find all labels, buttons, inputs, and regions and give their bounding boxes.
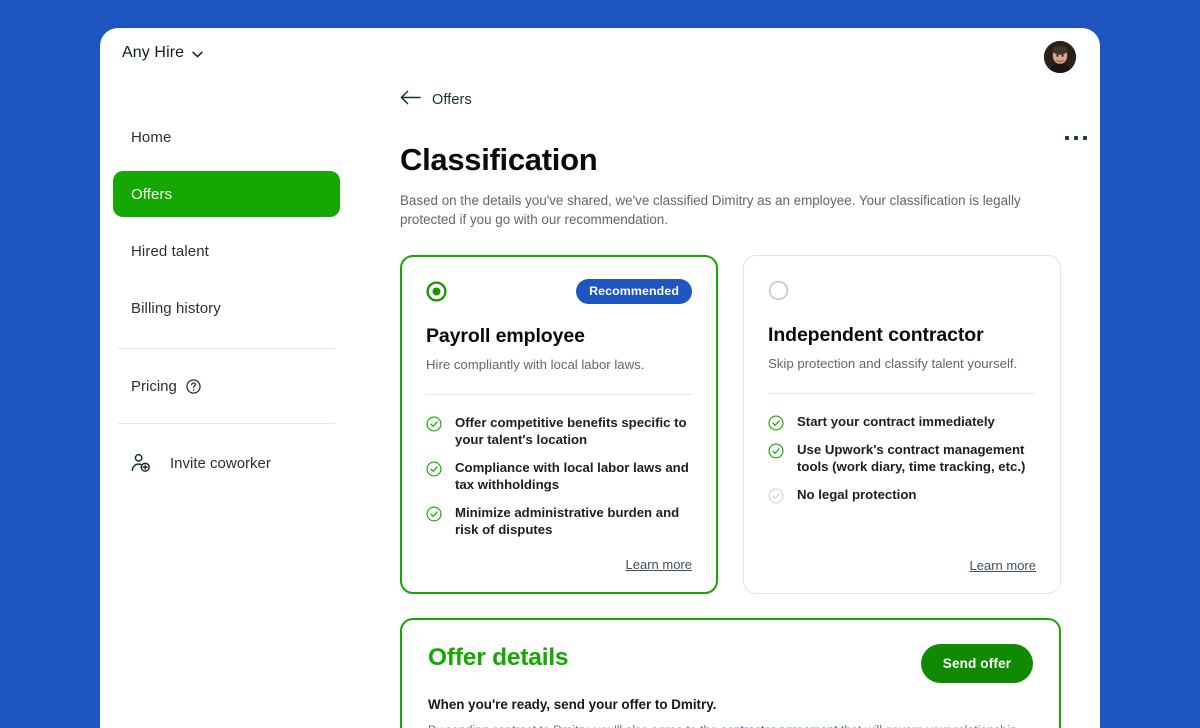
card-description: Hire compliantly with local labor laws. [426,357,645,373]
breadcrumb[interactable]: Offers [400,90,472,110]
option-card-payroll-employee[interactable]: Recommended Payroll employee Hire compli… [400,255,718,594]
learn-more-link[interactable]: Learn more [626,539,692,572]
workspace-name: Any Hire [122,44,185,61]
avatar[interactable] [1044,41,1076,73]
kebab-dot [1074,136,1078,140]
sidebar-item-invite-coworker[interactable]: Invite coworker [113,442,340,484]
main-content: Offers Classification Based on the detai… [400,90,1100,728]
workspace-switcher[interactable]: Any Hire [122,44,203,62]
radio-unselected-icon[interactable] [768,280,789,301]
sidebar-item-label: Invite coworker [170,454,271,472]
page-subtitle: Based on the details you've shared, we'v… [400,193,1021,228]
sidebar-item-label: Offers [131,185,173,203]
check-circle-icon [426,506,442,522]
card-description: Skip protection and classify talent your… [768,356,1018,372]
card-header [768,278,1036,302]
kebab-dot [1083,136,1087,140]
feature-text: Start your contract immediately [797,414,995,430]
sidebar-item-pricing[interactable]: Pricing [113,366,340,406]
breadcrumb-label: Offers [432,92,472,108]
chevron-down-icon [192,51,203,58]
list-item: Compliance with local labor laws and tax… [426,459,692,494]
card-header: Recommended [426,278,692,304]
sidebar-item-offers[interactable]: Offers [113,171,340,217]
sidebar: Home Offers Hired talent Billing history… [100,114,353,484]
list-item: No legal protection [768,486,1036,504]
feature-text: Offer competitive benefits specific to y… [455,415,687,448]
card-title: Independent contractor [768,324,984,347]
feature-list: Offer competitive benefits specific to y… [426,414,692,539]
sidebar-divider-2 [118,423,335,424]
radio-selected-icon[interactable] [426,281,447,302]
offer-details-title: Offer details [428,643,569,671]
feature-list: Start your contract immediately Use Upwo… [768,413,1036,504]
sidebar-item-billing-history[interactable]: Billing history [113,285,340,331]
top-bar: Any Hire [100,28,1100,84]
app-window: Any Hire Home Offers Hired talent Billin… [100,28,1100,728]
feature-text: Minimize administrative burden and risk … [455,504,680,538]
learn-more-link[interactable]: Learn more [970,540,1036,573]
sidebar-item-label: Home [131,128,172,146]
check-circle-icon [426,461,442,477]
help-circle-icon[interactable] [186,378,201,394]
card-title: Payroll employee [426,325,585,348]
person-add-icon [130,452,152,474]
legal-prefix: By sending contract to Dmitry, you'll al… [428,723,721,728]
sidebar-divider-1 [118,348,335,349]
option-card-independent-contractor[interactable]: Independent contractor Skip protection a… [743,255,1061,594]
sidebar-item-label: Pricing [131,377,177,395]
offer-details-card: Offer details Send offer When you're rea… [400,617,1061,728]
list-item: Offer competitive benefits specific to y… [426,414,692,449]
sidebar-item-home[interactable]: Home [113,114,340,160]
contractor-agreement-link[interactable]: contractor agreement [721,723,838,728]
classification-options: Recommended Payroll employee Hire compli… [400,255,1100,594]
feature-text: Compliance with local labor laws and tax… [455,459,689,493]
offer-details-header: Offer details Send offer [428,643,1033,683]
check-circle-icon [768,443,784,459]
feature-text: Use Upwork's contract management tools (… [797,442,1026,475]
page-title: Classification [400,142,598,177]
kebab-menu-icon[interactable] [1059,130,1093,146]
list-item: Start your contract immediately [768,413,1036,431]
legal-suffix: that will govern your relationship. [838,723,1020,728]
sidebar-item-label: Billing history [131,299,221,317]
arrow-left-icon [400,90,421,110]
card-divider [426,394,692,396]
list-item: Use Upwork's contract management tools (… [768,441,1036,476]
check-circle-disabled-icon [768,488,784,504]
kebab-dot [1065,136,1069,140]
offer-ready-text: When you're ready, send your offer to Dm… [428,696,717,712]
sidebar-item-hired-talent[interactable]: Hired talent [113,228,340,274]
offer-legal-text: By sending contract to Dmitry, you'll al… [428,723,1033,728]
send-offer-button[interactable]: Send offer [920,643,1033,683]
list-item: Minimize administrative burden and risk … [426,504,692,539]
check-circle-icon [426,416,442,432]
sidebar-item-label: Hired talent [131,242,209,260]
check-circle-icon [768,415,784,431]
card-divider [768,393,1036,395]
status-badge: Recommended [576,278,692,304]
feature-text: No legal protection [797,486,917,502]
